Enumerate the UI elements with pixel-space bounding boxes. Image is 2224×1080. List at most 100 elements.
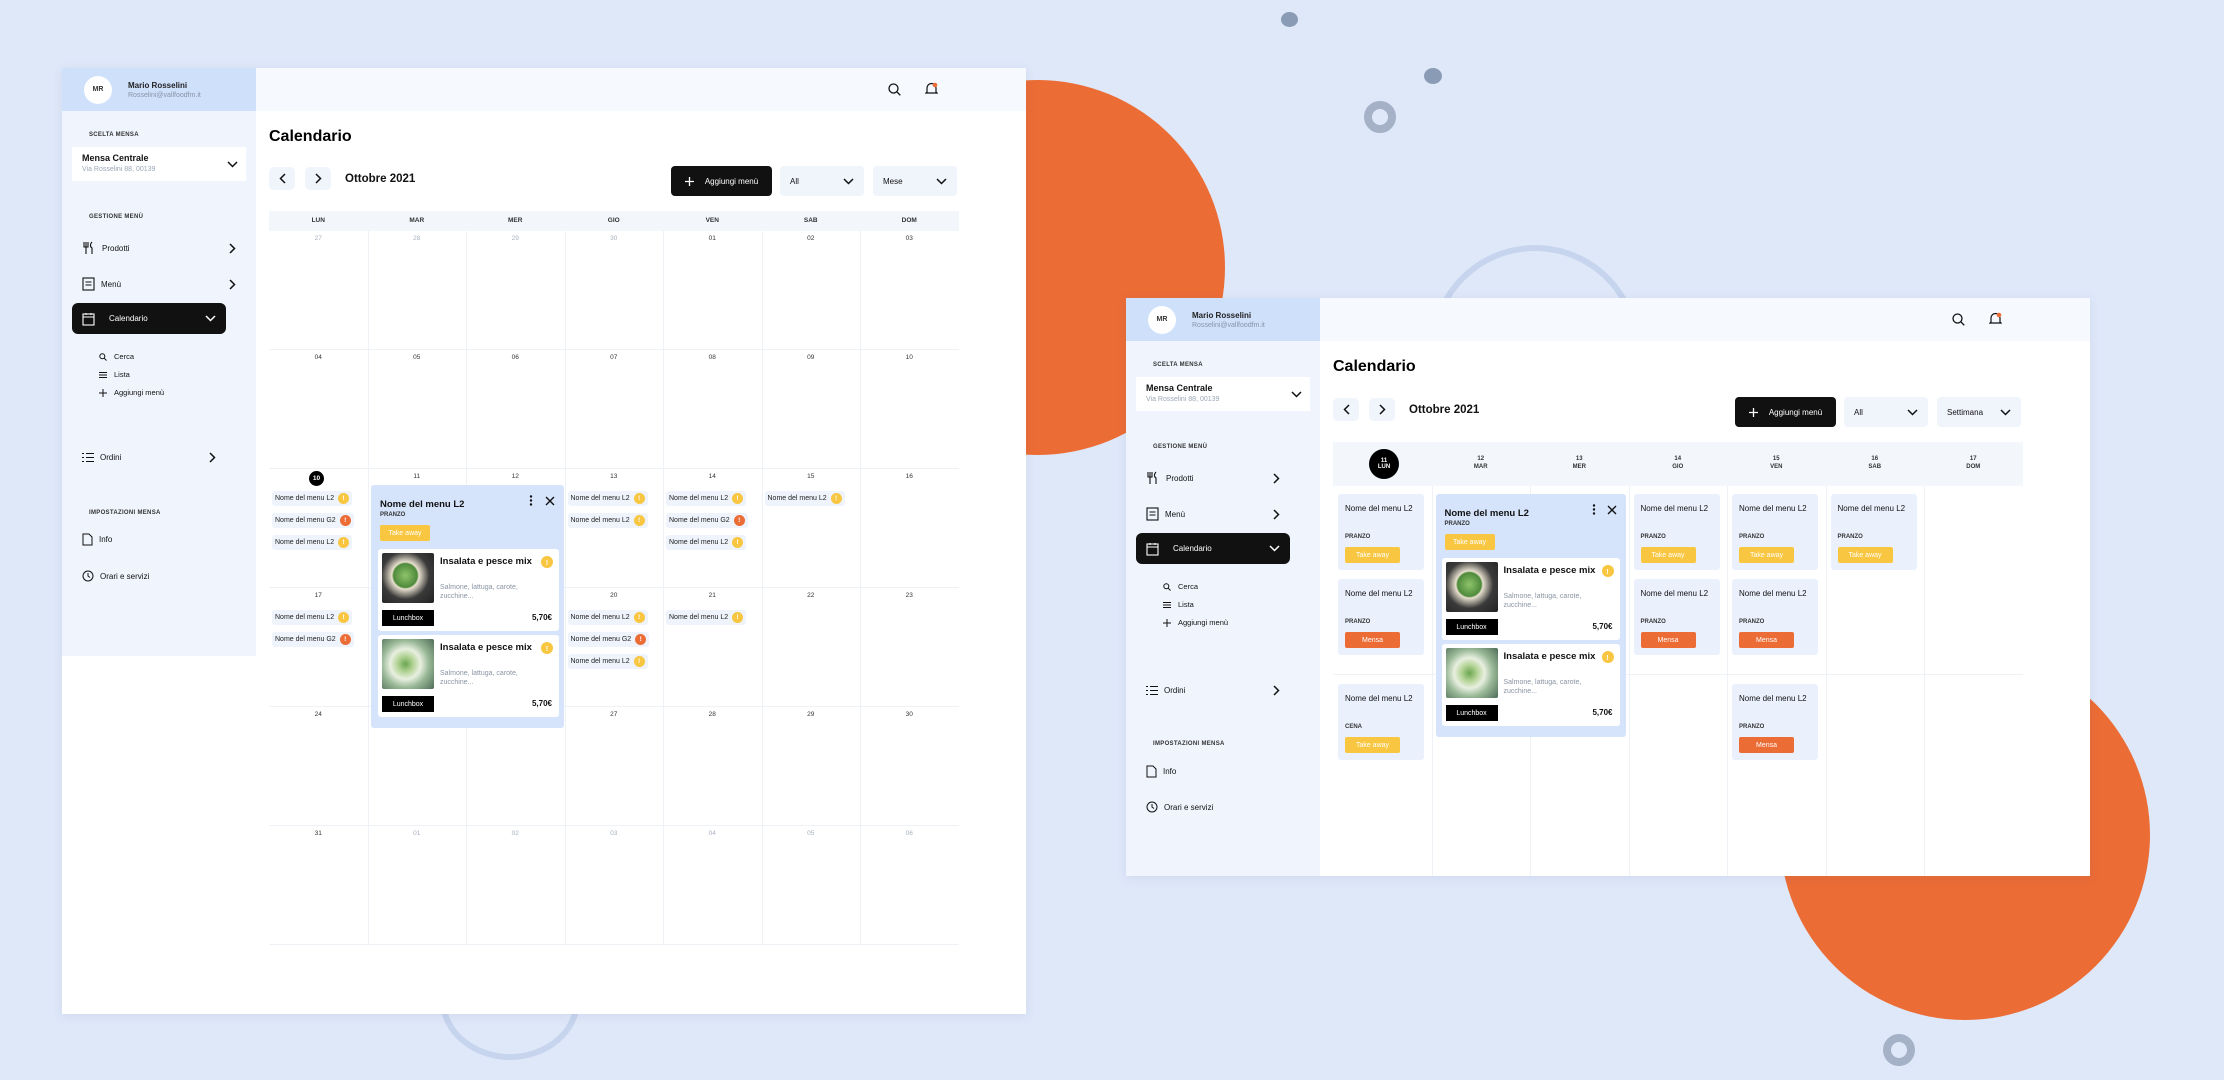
day-number[interactable]: 01	[368, 830, 467, 837]
weekday-header[interactable]: 13 MER	[1530, 455, 1629, 471]
user-profile[interactable]: MR Mario Rosselini Rosselini@vallfoodfm.…	[62, 68, 256, 111]
sidebar-subitem-aggiungi[interactable]: Aggiungi menù	[99, 388, 164, 397]
mensa-selector[interactable]: Mensa Centrale Via Rosselini 88, 00139	[72, 147, 246, 181]
week-menu-card[interactable]: Nome del menu L2 CENA Take away	[1338, 684, 1424, 760]
dish-card[interactable]: Insalata e pesce mix! Salmone, lattuga, c…	[1441, 558, 1620, 640]
dish-card[interactable]: Insalata e pesce mix! Salmone, lattuga, c…	[378, 635, 559, 717]
day-number[interactable]: 23	[860, 592, 959, 599]
day-number[interactable]: 03	[565, 830, 664, 837]
week-menu-card[interactable]: Nome del menu L2 PRANZO Take away	[1732, 494, 1818, 570]
view-select[interactable]: Settimana	[1937, 397, 2021, 427]
close-icon[interactable]	[545, 496, 555, 506]
menu-entry-chip[interactable]: Nome del menu L2!	[272, 535, 353, 550]
day-number[interactable]: 02	[466, 830, 565, 837]
day-number[interactable]: 03	[860, 235, 959, 242]
week-menu-card[interactable]: Nome del menu L2 PRANZO Take away	[1830, 494, 1917, 570]
menu-entry-chip[interactable]: Nome del menu L2!	[272, 491, 353, 506]
week-menu-card[interactable]: Nome del menu L2 PRANZO Take away	[1338, 494, 1424, 570]
sidebar-item-calendario[interactable]: Calendario	[72, 303, 226, 334]
day-number[interactable]: 02	[762, 235, 861, 242]
sidebar-subitem-cerca[interactable]: Cerca	[1163, 582, 1198, 591]
day-number[interactable]: 22	[762, 592, 861, 599]
sidebar-item-info[interactable]: Info	[82, 533, 112, 546]
day-number[interactable]: 30	[565, 235, 664, 242]
sidebar-item-orari[interactable]: Orari e servizi	[1146, 801, 1213, 813]
sidebar-item-orari[interactable]: Orari e servizi	[82, 570, 149, 582]
week-menu-card[interactable]: Nome del menu L2 PRANZO Mensa	[1732, 579, 1818, 655]
day-number[interactable]: 29	[762, 711, 861, 718]
day-number[interactable]: 14	[663, 473, 762, 480]
menu-entry-chip[interactable]: Nome del menu L2!	[666, 535, 747, 550]
sidebar-item-prodotti[interactable]: Prodotti	[1136, 463, 1290, 493]
day-number[interactable]: 08	[663, 354, 762, 361]
sidebar-item-ordini[interactable]: Ordini	[72, 445, 226, 469]
weekday-header[interactable]: 14 GIO	[1629, 455, 1728, 471]
week-menu-card[interactable]: Nome del menu L2 PRANZO Take away	[1633, 494, 1720, 570]
weekday-header[interactable]: 17 DOM	[1924, 455, 2023, 471]
filter-select[interactable]: All	[1844, 397, 1928, 427]
day-number[interactable]: 05	[762, 830, 861, 837]
sidebar-item-prodotti[interactable]: Prodotti	[72, 233, 246, 263]
menu-entry-chip[interactable]: Nome del menu G2!	[272, 632, 354, 647]
day-number[interactable]: 28	[663, 711, 762, 718]
day-number[interactable]: 27	[565, 711, 664, 718]
day-number[interactable]: 20	[565, 592, 664, 599]
prev-week-button[interactable]	[1333, 398, 1359, 421]
day-number[interactable]: 10	[860, 354, 959, 361]
sidebar-item-menu[interactable]: Menù	[72, 269, 246, 299]
day-number[interactable]: 31	[269, 830, 368, 837]
day-number[interactable]: 01	[663, 235, 762, 242]
sidebar-subitem-lista[interactable]: Lista	[99, 370, 130, 379]
day-number[interactable]: 17	[269, 592, 368, 599]
today-marker[interactable]: 11 LUN	[1369, 449, 1399, 479]
sidebar-subitem-aggiungi[interactable]: Aggiungi menù	[1163, 618, 1228, 627]
day-number[interactable]: 12	[466, 473, 565, 480]
sidebar-item-menu[interactable]: Menù	[1136, 499, 1290, 529]
day-number[interactable]: 06	[860, 830, 959, 837]
add-menu-button[interactable]: Aggiungi menù	[1735, 397, 1836, 427]
day-number[interactable]: 30	[860, 711, 959, 718]
sidebar-subitem-lista[interactable]: Lista	[1163, 600, 1194, 609]
day-number[interactable]: 07	[565, 354, 664, 361]
next-month-button[interactable]	[305, 167, 331, 190]
weekday-header[interactable]: 12 MAR	[1432, 455, 1531, 471]
day-number[interactable]: 11	[368, 473, 467, 480]
menu-entry-chip[interactable]: Nome del menu L2!	[567, 654, 648, 669]
day-number[interactable]: 29	[466, 235, 565, 242]
next-week-button[interactable]	[1369, 398, 1395, 421]
filter-select[interactable]: All	[780, 166, 864, 196]
day-number[interactable]: 05	[368, 354, 467, 361]
more-vertical-icon[interactable]	[1592, 504, 1596, 515]
sidebar-item-ordini[interactable]: Ordini	[1136, 678, 1290, 702]
notification-bell-icon[interactable]	[925, 82, 938, 96]
view-select[interactable]: Mese	[873, 166, 957, 196]
search-icon[interactable]	[1952, 313, 1965, 326]
sidebar-item-info[interactable]: Info	[1146, 765, 1176, 778]
prev-month-button[interactable]	[269, 167, 295, 190]
notification-bell-icon[interactable]	[1989, 312, 2002, 326]
day-number[interactable]: 21	[663, 592, 762, 599]
dish-card[interactable]: Insalata e pesce mix! Salmone, lattuga, c…	[1441, 644, 1620, 726]
weekday-header[interactable]: 15 VEN	[1727, 455, 1826, 471]
menu-entry-chip[interactable]: Nome del menu G2!	[272, 513, 354, 528]
sidebar-subitem-cerca[interactable]: Cerca	[99, 352, 134, 361]
menu-entry-chip[interactable]: Nome del menu L2!	[666, 491, 747, 506]
menu-entry-chip[interactable]: Nome del menu L2!	[764, 491, 845, 506]
day-number[interactable]: 15	[762, 473, 861, 480]
add-menu-button[interactable]: Aggiungi menù	[671, 166, 772, 196]
menu-entry-chip[interactable]: Nome del menu L2!	[567, 491, 648, 506]
day-number[interactable]: 27	[269, 235, 368, 242]
dish-card[interactable]: Insalata e pesce mix! Salmone, lattuga, c…	[378, 549, 559, 631]
user-profile[interactable]: MR Mario Rosselini Rosselini@vallfoodfm.…	[1126, 298, 1320, 341]
week-menu-card[interactable]: Nome del menu L2 PRANZO Mensa	[1338, 579, 1424, 655]
menu-entry-chip[interactable]: Nome del menu G2!	[567, 632, 650, 647]
today-marker[interactable]: 10	[309, 471, 324, 486]
menu-entry-chip[interactable]: Nome del menu G2!	[666, 513, 748, 528]
day-number[interactable]: 13	[565, 473, 664, 480]
day-number[interactable]: 04	[269, 354, 368, 361]
mensa-selector[interactable]: Mensa Centrale Via Rosselini 88, 00139	[1136, 377, 1310, 411]
menu-entry-chip[interactable]: Nome del menu L2!	[666, 610, 747, 625]
day-number[interactable]: 28	[368, 235, 467, 242]
week-menu-card[interactable]: Nome del menu L2 PRANZO Mensa	[1732, 684, 1818, 760]
day-number[interactable]: 09	[762, 354, 861, 361]
